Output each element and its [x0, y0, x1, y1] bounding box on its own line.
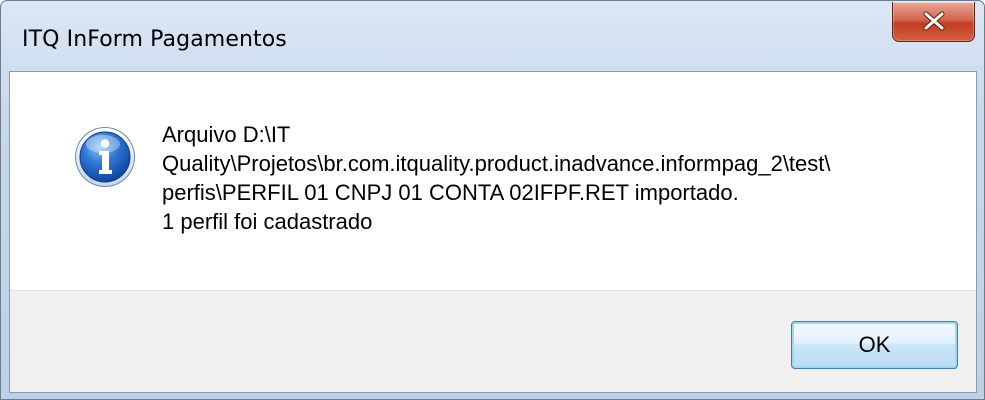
message-dialog-window: ITQ InForm Pagamentos Arquivo D:\IT Qual… — [0, 0, 985, 400]
message-line: Quality\Projetos\br.com.itquality.produc… — [162, 151, 831, 176]
close-button[interactable] — [892, 2, 975, 42]
button-bar: OK — [10, 290, 976, 392]
window-title: ITQ InForm Pagamentos — [22, 27, 287, 52]
message-text: Arquivo D:\IT Quality\Projetos\br.com.it… — [162, 120, 962, 236]
info-icon — [75, 127, 135, 187]
dialog-client-area: Arquivo D:\IT Quality\Projetos\br.com.it… — [9, 71, 977, 393]
title-bar[interactable]: ITQ InForm Pagamentos — [1, 1, 984, 71]
message-area: Arquivo D:\IT Quality\Projetos\br.com.it… — [10, 72, 976, 290]
ok-button[interactable]: OK — [791, 321, 958, 369]
message-line: Arquivo D:\IT — [162, 122, 291, 147]
close-icon — [923, 11, 945, 31]
message-line: 1 perfil foi cadastrado — [162, 209, 373, 234]
message-line: perfis\PERFIL 01 CNPJ 01 CONTA 02IFPF.RE… — [162, 180, 739, 205]
